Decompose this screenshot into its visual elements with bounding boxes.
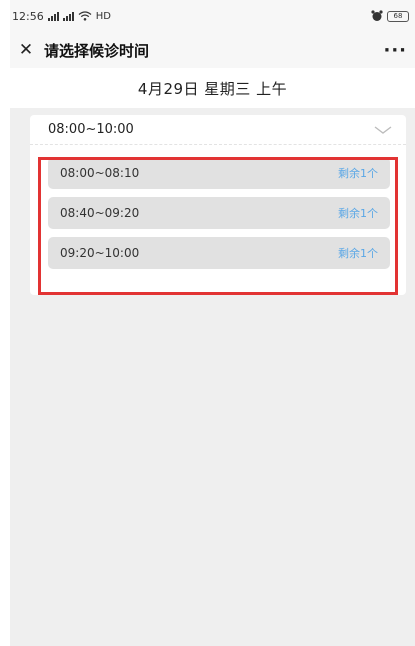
status-left: 12:56 HD bbox=[12, 10, 111, 23]
date-header: 4月29日 星期三 上午 bbox=[10, 68, 415, 108]
status-bar: 12:56 HD 68 bbox=[10, 0, 415, 32]
status-right: 68 bbox=[371, 10, 409, 22]
time-period-card: 08:00~10:00 08:00~08:10 剩余1个 08:40~09:20… bbox=[30, 115, 406, 295]
time-period-label: 08:00~10:00 bbox=[48, 122, 134, 137]
signal-icon bbox=[47, 11, 59, 21]
nav-bar: ✕ 请选择候诊时间 ··· bbox=[10, 32, 415, 68]
battery-icon: 68 bbox=[387, 10, 409, 22]
page-title: 请选择候诊时间 bbox=[44, 41, 150, 60]
signal-icon bbox=[62, 11, 74, 21]
close-button[interactable]: ✕ bbox=[16, 40, 36, 60]
time-period-header[interactable]: 08:00~10:00 bbox=[30, 115, 406, 145]
chevron-down-icon bbox=[374, 125, 392, 134]
annotation-highlight-box bbox=[38, 157, 398, 295]
network-label: HD bbox=[95, 10, 111, 22]
app-screen: 12:56 HD 68 ✕ 请选择候诊时间 ··· 4月29日 星期三 上午 0… bbox=[10, 0, 415, 646]
status-time: 12:56 bbox=[12, 9, 44, 23]
alarm-icon bbox=[371, 10, 383, 21]
more-options-button[interactable]: ··· bbox=[383, 40, 407, 61]
wifi-icon bbox=[78, 11, 92, 21]
